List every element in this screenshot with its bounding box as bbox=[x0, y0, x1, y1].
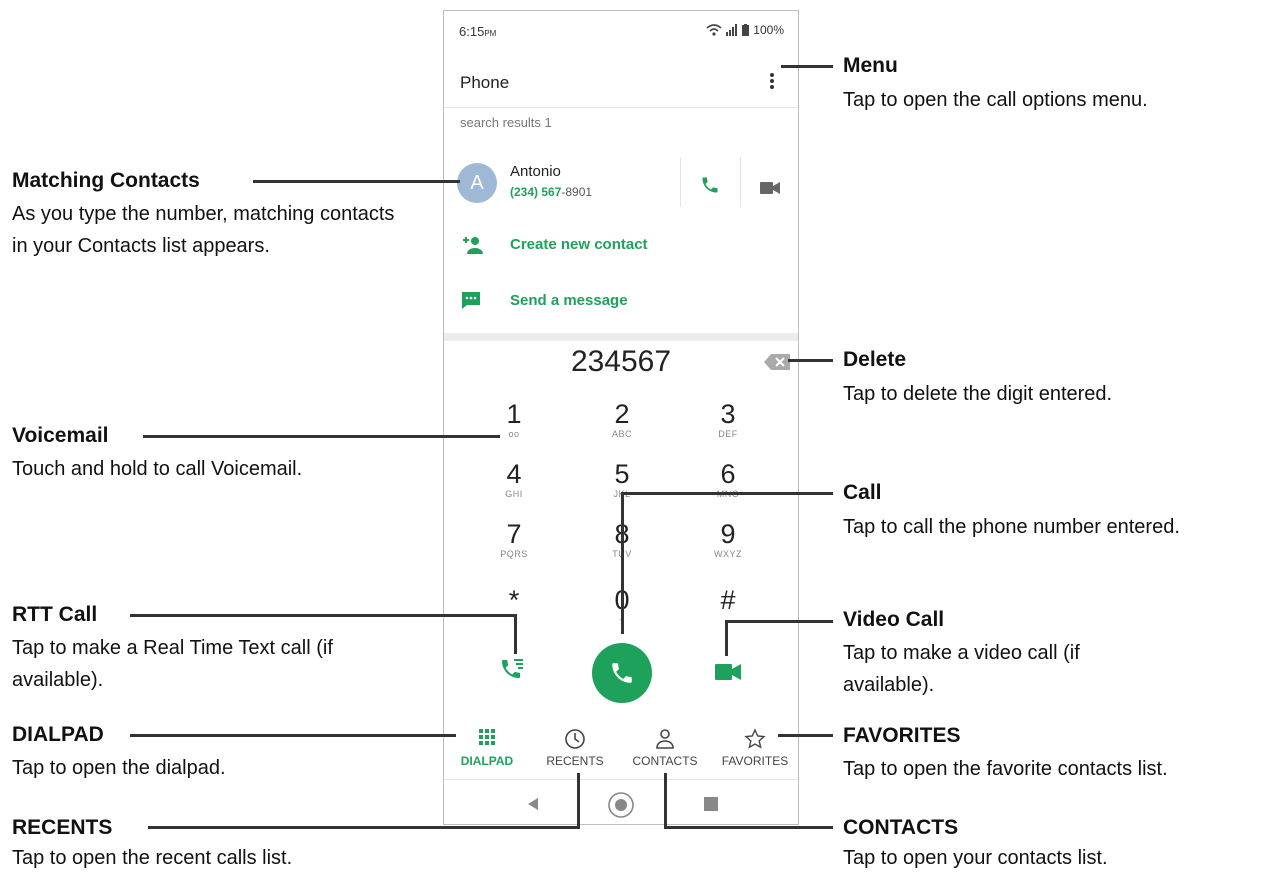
annotation-menu-title: Menu bbox=[843, 54, 898, 77]
section-divider bbox=[444, 333, 798, 341]
call-button[interactable] bbox=[592, 643, 652, 703]
key-9[interactable]: 9 WXYZ bbox=[698, 519, 758, 560]
dialed-number: 234567 bbox=[570, 345, 672, 378]
tab-dialpad[interactable]: DIALPAD bbox=[444, 723, 530, 768]
leader-line-dialpad bbox=[130, 734, 456, 737]
annotation-dialpad-text: Tap to open the dialpad. bbox=[12, 757, 226, 779]
annotation-contacts-title: CONTACTS bbox=[843, 816, 959, 839]
key-1[interactable]: 1 ᴏᴏ bbox=[484, 399, 544, 440]
system-nav-bar bbox=[444, 781, 798, 824]
annotation-contacts-text: Tap to open your contacts list. bbox=[843, 847, 1108, 869]
tab-contacts[interactable]: CONTACTS bbox=[622, 723, 708, 768]
recent-apps-icon[interactable] bbox=[704, 797, 718, 811]
tab-contacts-label: CONTACTS bbox=[632, 754, 698, 768]
leader-line-rtt-v bbox=[514, 614, 517, 654]
wifi-icon bbox=[706, 24, 722, 36]
app-bar: Phone bbox=[444, 55, 798, 108]
annotation-menu-text: Tap to open the call options menu. bbox=[843, 89, 1148, 111]
annotation-favorites-title: FAVORITES bbox=[843, 724, 961, 747]
key-7[interactable]: 7 PQRS bbox=[484, 519, 544, 560]
battery-level: 100% bbox=[753, 23, 784, 37]
tab-favorites-label: FAVORITES bbox=[721, 754, 789, 768]
bottom-tab-bar: DIALPAD RECENTS CONTACTS FAVORITES bbox=[444, 723, 798, 780]
signal-icon bbox=[726, 24, 738, 36]
rtt-call-icon[interactable] bbox=[501, 659, 525, 683]
back-icon[interactable] bbox=[526, 797, 540, 811]
annotation-call-title: Call bbox=[843, 481, 882, 504]
message-icon bbox=[462, 292, 480, 309]
leader-line-call-v bbox=[621, 492, 624, 634]
annotation-rtt-title: RTT Call bbox=[12, 603, 98, 626]
annotation-voicemail-text: Touch and hold to call Voicemail. bbox=[12, 458, 303, 480]
leader-line-video-h bbox=[725, 620, 833, 623]
leader-line-favorites bbox=[778, 734, 833, 737]
annotation-recents-title: RECENTS bbox=[12, 816, 113, 839]
leader-line-video-v bbox=[725, 620, 728, 656]
leader-line-contacts-v bbox=[664, 773, 667, 829]
contact-name: Antonio bbox=[510, 163, 561, 180]
key-3[interactable]: 3 DEF bbox=[698, 399, 758, 440]
phone-screen: 6:15PM 100% Phone search results 1 A Ant… bbox=[443, 10, 799, 825]
matching-contact-row[interactable]: A Antonio (234) 567-8901 bbox=[444, 153, 798, 217]
person-icon bbox=[656, 729, 674, 749]
annotation-call-text: Tap to call the phone number entered. bbox=[843, 516, 1180, 538]
tab-favorites[interactable]: FAVORITES bbox=[712, 723, 798, 768]
key-2[interactable]: 2 ABC bbox=[592, 399, 652, 440]
leader-line-matching bbox=[253, 180, 460, 183]
status-bar: 6:15PM 100% bbox=[444, 11, 798, 49]
create-contact-label: Create new contact bbox=[510, 236, 648, 253]
annotation-video-text: Tap to make a video call (if available). bbox=[843, 642, 1080, 696]
annotation-matching-title: Matching Contacts bbox=[12, 169, 200, 192]
leader-line-voicemail bbox=[143, 435, 500, 438]
battery-icon bbox=[742, 24, 750, 36]
add-person-icon bbox=[463, 237, 483, 254]
annotation-video-title: Video Call bbox=[843, 608, 945, 631]
search-results-label: search results 1 bbox=[460, 115, 552, 130]
contact-number: (234) 567-8901 bbox=[510, 185, 593, 199]
key-4[interactable]: 4 GHI bbox=[484, 459, 544, 500]
tab-recents[interactable]: RECENTS bbox=[532, 723, 618, 768]
page-title: Phone bbox=[460, 73, 510, 92]
home-icon[interactable] bbox=[607, 791, 635, 819]
leader-line-menu bbox=[781, 65, 833, 68]
video-call-icon[interactable] bbox=[760, 181, 780, 195]
tab-dialpad-label: DIALPAD bbox=[460, 754, 514, 768]
annotation-dialpad-title: DIALPAD bbox=[12, 723, 104, 746]
phone-icon bbox=[612, 663, 632, 683]
divider bbox=[740, 157, 741, 207]
annotation-recents-text: Tap to open the recent calls list. bbox=[12, 847, 293, 869]
leader-line-recents-v bbox=[577, 773, 580, 829]
annotation-voicemail-title: Voicemail bbox=[12, 424, 109, 447]
leader-line-contacts-h bbox=[664, 826, 833, 829]
key-star[interactable]: * bbox=[484, 585, 544, 615]
key-hash[interactable]: # bbox=[698, 585, 758, 615]
clock-icon bbox=[565, 729, 585, 749]
annotation-delete-title: Delete bbox=[843, 348, 907, 371]
avatar: A bbox=[457, 163, 497, 203]
leader-line-recents-h bbox=[148, 826, 580, 829]
leader-line-rtt-h bbox=[130, 614, 517, 617]
annotation-delete-text: Tap to delete the digit entered. bbox=[843, 383, 1113, 405]
leader-line-delete bbox=[788, 359, 833, 362]
tab-recents-label: RECENTS bbox=[546, 754, 604, 768]
status-icons: 100% bbox=[706, 23, 784, 37]
backspace-icon[interactable] bbox=[764, 354, 790, 370]
dialpad-icon bbox=[479, 729, 495, 745]
video-call-button-icon[interactable] bbox=[715, 663, 741, 681]
status-time: 6:15PM bbox=[459, 24, 497, 39]
star-icon bbox=[744, 728, 766, 749]
annotation-favorites-text: Tap to open the favorite contacts list. bbox=[843, 758, 1168, 780]
send-message-label: Send a message bbox=[510, 292, 628, 309]
leader-line-call-h bbox=[621, 492, 833, 495]
more-options-icon[interactable] bbox=[768, 73, 776, 91]
annotation-rtt-text: Tap to make a Real Time Text call (if av… bbox=[12, 637, 333, 691]
annotation-matching-text: As you type the number, matching contact… bbox=[12, 203, 395, 257]
phone-call-icon[interactable] bbox=[700, 175, 720, 195]
divider bbox=[680, 157, 681, 207]
